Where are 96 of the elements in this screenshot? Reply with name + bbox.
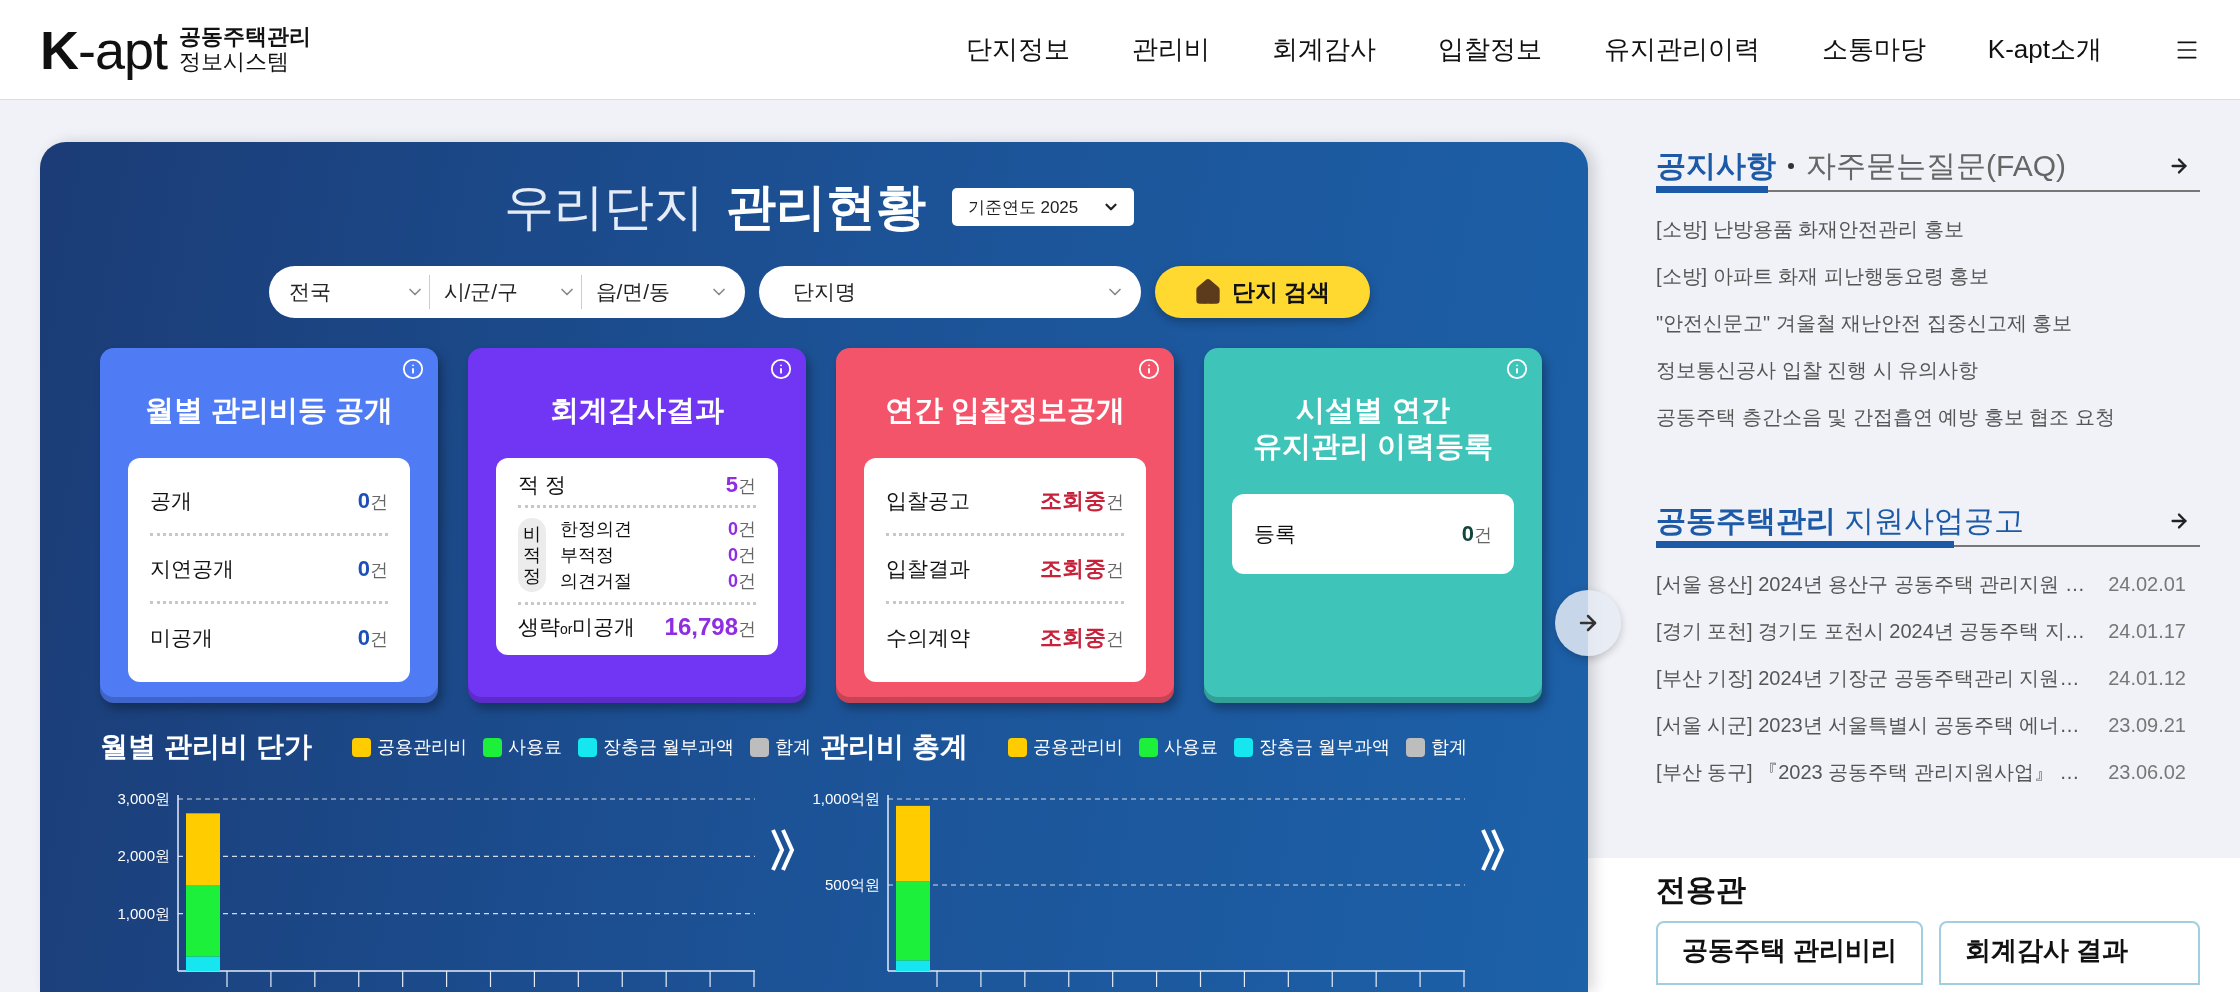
legend-swatch (1138, 737, 1158, 757)
y-tick-label: 500억원 (824, 876, 880, 893)
nav-link[interactable]: 소통마당 (1821, 32, 1926, 67)
legend-swatch (1233, 737, 1253, 757)
y-tick-label: 1,000억원 (812, 790, 880, 807)
legend-label: 사용료 (507, 736, 562, 759)
nav-link[interactable]: 단지정보 (965, 32, 1070, 67)
card-title: 연간 입찰정보공개 (884, 393, 1126, 428)
count-value: 0건 (1461, 521, 1492, 547)
nav-link[interactable]: 관리비 (1131, 32, 1210, 67)
notice-date: 24.02.01 (2108, 573, 2186, 596)
notice-link[interactable]: [부산 동구] 『2023 공동주택 관리지원사업』 … (1656, 759, 2080, 786)
legend-label: 사용료 (1163, 736, 1218, 759)
chart-title: 월별 관리비 단가 (100, 730, 312, 764)
notice-link[interactable]: [부산 기장] 2024년 기장군 공동주택관리 지원… (1656, 665, 2080, 692)
legend-swatch (577, 737, 597, 757)
next-arrow-button[interactable] (1555, 590, 1621, 656)
y-tick-label: 3,000원 (117, 790, 170, 807)
row-label: 수의계약 (886, 625, 970, 652)
count-value: 0건 (357, 487, 388, 514)
double-chevron-icon[interactable] (770, 827, 796, 873)
legend-label: 장충금 월부과액 (1258, 736, 1390, 759)
row-label: 한정의견 (560, 518, 632, 542)
search-button[interactable]: 단지 검색 (1154, 266, 1370, 318)
card-title: 회계감사결과 (550, 393, 724, 428)
row-label: 등록 (1254, 521, 1296, 547)
count-value: 0건 (357, 625, 388, 652)
count-value: 조회중건 (1040, 486, 1124, 515)
double-chevron-icon[interactable] (1480, 827, 1506, 873)
dedicated-button[interactable]: 공동주택 관리비리 (1656, 921, 1924, 985)
row-label: 의견거절 (560, 570, 632, 594)
complex-select[interactable]: 단지명 (758, 266, 1141, 318)
dedicated-button[interactable]: 회계감사 결과 (1939, 921, 2200, 985)
legend-swatch (351, 737, 371, 757)
count-value: 16,798건 (664, 613, 756, 642)
legend-label: 합계 (774, 736, 811, 759)
row-label: 입찰결과 (886, 555, 970, 582)
row-label: 지연공개 (150, 555, 234, 582)
nav-link[interactable]: K-apt소개 (1987, 32, 2102, 67)
info-icon[interactable] (402, 358, 424, 380)
count-value: 5건 (725, 471, 756, 498)
y-tick-label: 2,000원 (117, 847, 170, 865)
legend-swatch (482, 737, 502, 757)
legend-swatch (1007, 737, 1027, 757)
notice-link[interactable]: [경기 포천] 경기도 포천시 2024년 공동주택 지… (1656, 618, 2085, 645)
section-tab[interactable]: 자주묻는질문(FAQ) (1806, 145, 2066, 187)
row-label: 공개 (150, 487, 192, 514)
section-title: 공동주택관리 지원사업공고 (1656, 502, 2025, 539)
region-select[interactable]: 전국 (288, 275, 429, 309)
row-label: 미공개 (150, 625, 213, 652)
notice-date: 23.09.21 (2108, 714, 2186, 737)
legend-label: 합계 (1430, 736, 1467, 759)
count-value: 조회중건 (1040, 554, 1124, 583)
y-tick-label: 1,000원 (117, 904, 170, 922)
count-value: 조회중건 (1040, 624, 1124, 653)
summary-card[interactable]: 월별 관리비등 공개 공개 0건 지연공개 0건 미공개 0건 (100, 348, 438, 703)
summary-card[interactable]: 시설별 연간 유지관리 이력등록 등록 0건 (1204, 348, 1542, 703)
notice-link[interactable]: 정보통신공사 입찰 진행 시 유의사항 (1656, 357, 1979, 384)
section-tab[interactable]: 공지사항 (1656, 145, 1776, 187)
chart-title: 관리비 총계 (820, 730, 968, 764)
nav-link[interactable]: 유지관리이력 (1603, 32, 1760, 67)
legend-label: 장충금 월부과액 (602, 736, 734, 759)
notice-link[interactable]: [소방] 아파트 화재 피난행동요령 홍보 (1656, 263, 1990, 290)
notice-link[interactable]: "안전신문고" 겨울철 재난안전 집중신고제 홍보 (1656, 310, 2073, 337)
separator-dot (1788, 163, 1794, 169)
info-icon[interactable] (770, 358, 792, 380)
info-icon[interactable] (1138, 358, 1160, 380)
notice-link[interactable]: [소방] 난방용품 화재안전관리 홍보 (1656, 216, 1964, 243)
notice-link[interactable]: [서울 시군] 2023년 서울특별시 공동주택 에너… (1656, 712, 2080, 739)
panel-title: 우리단지 관리현황 (503, 177, 926, 237)
row-label: 적 정 (518, 471, 566, 498)
section-title: 전용관 (1656, 872, 1747, 908)
notice-date: 24.01.17 (2108, 620, 2186, 643)
notice-link[interactable]: 공동주택 층간소음 및 간접흡연 예방 홍보 협조 요청 (1656, 404, 2115, 431)
year-select[interactable]: 기준연도 2025 (951, 188, 1135, 226)
group-tag: 비적정 (518, 518, 546, 593)
count-value: 0건 (728, 570, 756, 594)
row-label: 부적정 (560, 544, 614, 568)
legend-label: 공용관리비 (376, 736, 467, 759)
notice-date: 24.01.12 (2108, 667, 2186, 690)
notice-link[interactable]: [서울 용산] 2024년 용산구 공동주택 관리지원 … (1656, 571, 2085, 598)
region-select[interactable]: 읍/면/동 (580, 275, 733, 309)
house-icon[interactable] (1193, 278, 1222, 306)
nav-link[interactable]: 회계감사 (1271, 32, 1376, 67)
card-title: 월별 관리비등 공개 (144, 393, 394, 428)
notice-date: 23.06.02 (2108, 761, 2186, 784)
card-title: 시설별 연간 유지관리 이력등록 (1252, 393, 1494, 465)
row-label: 입찰공고 (886, 487, 970, 514)
legend-label: 공용관리비 (1032, 736, 1123, 759)
count-value: 0건 (357, 555, 388, 582)
count-value: 0건 (728, 518, 756, 542)
count-value: 0건 (728, 544, 756, 568)
region-select[interactable]: 시/군/구 (428, 275, 581, 309)
summary-card[interactable]: 연간 입찰정보공개 입찰공고 조회중건 입찰결과 조회중건 수의계약 조회중건 (836, 348, 1174, 703)
chart-bar (186, 813, 220, 885)
nav-link[interactable]: 입찰정보 (1437, 32, 1542, 67)
